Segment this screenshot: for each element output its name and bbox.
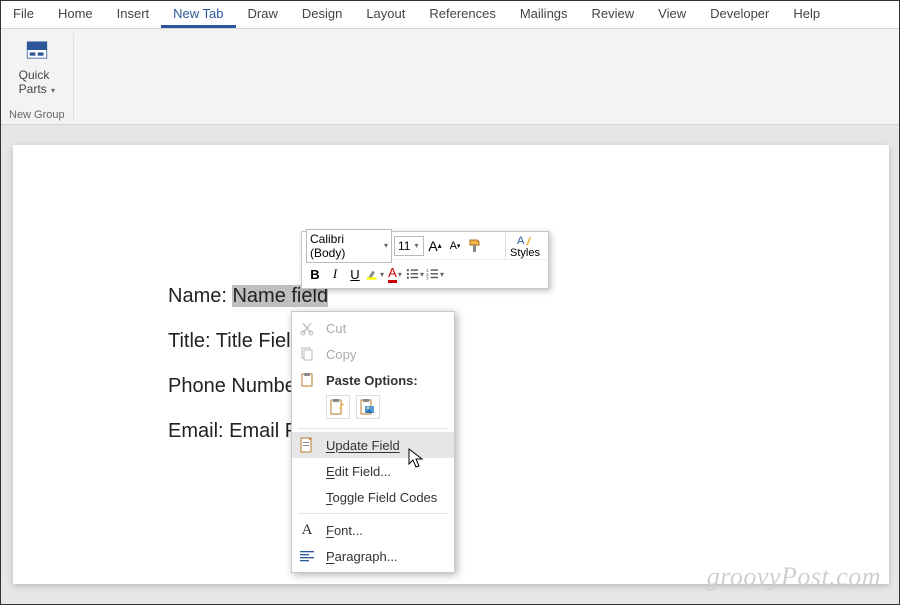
chevron-down-icon: ▾ bbox=[398, 270, 402, 279]
ctx-edit-field-label: Edit Field... bbox=[326, 464, 391, 479]
tab-view[interactable]: View bbox=[646, 1, 698, 28]
font-size-select[interactable]: 11 ▾ bbox=[394, 236, 424, 256]
doc-line-phone[interactable]: Phone Number bbox=[168, 375, 889, 398]
underline-button[interactable]: U bbox=[346, 265, 364, 283]
ribbon-group-label: New Group bbox=[9, 109, 65, 121]
paragraph-icon bbox=[298, 547, 316, 565]
doc-line-title[interactable]: Title: Title Field bbox=[168, 330, 889, 353]
context-menu: Cut Copy Paste Options: Update Field Edi… bbox=[291, 311, 455, 573]
watermark: groovyPost.com bbox=[707, 562, 881, 592]
separator bbox=[298, 513, 448, 514]
decrease-font-icon[interactable]: A▾ bbox=[446, 237, 464, 255]
ctx-font-label: Font... bbox=[326, 523, 363, 538]
ctx-copy-label: Copy bbox=[326, 347, 356, 362]
tab-developer[interactable]: Developer bbox=[698, 1, 781, 28]
format-painter-icon[interactable] bbox=[466, 237, 484, 255]
numbering-button[interactable]: 123▾ bbox=[426, 265, 444, 283]
highlight-button[interactable]: ▾ bbox=[366, 265, 384, 283]
tab-file[interactable]: File bbox=[1, 1, 46, 28]
styles-button[interactable]: A Styles bbox=[505, 233, 544, 259]
ctx-font[interactable]: A Font... bbox=[292, 517, 454, 543]
tab-layout[interactable]: Layout bbox=[354, 1, 417, 28]
ribbon-group-new: QuickParts ▾ New Group bbox=[9, 33, 74, 121]
mini-toolbar: Calibri (Body)▾ 11▾ A▴ A▾ A Styles B I U… bbox=[301, 231, 549, 289]
font-color-button[interactable]: A▾ bbox=[386, 265, 404, 283]
copy-icon bbox=[298, 345, 316, 363]
svg-text:3: 3 bbox=[426, 276, 429, 281]
tab-references[interactable]: References bbox=[417, 1, 507, 28]
blank-icon bbox=[298, 488, 316, 506]
ribbon-tabs: File Home Insert New Tab Draw Design Lay… bbox=[1, 1, 899, 29]
doc-line-email[interactable]: Email: Email Fie bbox=[168, 420, 889, 443]
chevron-down-icon: ▾ bbox=[440, 270, 444, 279]
chevron-down-icon: ▾ bbox=[380, 270, 384, 279]
ctx-edit-field[interactable]: Edit Field... bbox=[292, 458, 454, 484]
name-label: Name: bbox=[168, 285, 232, 307]
font-size-value: 11 bbox=[398, 239, 410, 253]
blank-icon bbox=[298, 462, 316, 480]
font-icon: A bbox=[298, 521, 316, 539]
scissors-icon bbox=[298, 319, 316, 337]
tab-new-tab[interactable]: New Tab bbox=[161, 1, 235, 28]
ctx-copy: Copy bbox=[292, 341, 454, 367]
separator bbox=[298, 428, 448, 429]
increase-font-icon[interactable]: A▴ bbox=[426, 237, 444, 255]
paste-icon bbox=[298, 371, 316, 389]
tab-review[interactable]: Review bbox=[580, 1, 647, 28]
svg-text:A: A bbox=[517, 235, 525, 247]
ctx-toggle-field-codes[interactable]: Toggle Field Codes bbox=[292, 484, 454, 510]
ctx-paragraph[interactable]: Paragraph... bbox=[292, 543, 454, 569]
chevron-down-icon: ▾ bbox=[420, 270, 424, 279]
ctx-update-field-label: Update Field bbox=[326, 438, 400, 453]
tab-home[interactable]: Home bbox=[46, 1, 105, 28]
tab-mailings[interactable]: Mailings bbox=[508, 1, 580, 28]
italic-button[interactable]: I bbox=[326, 265, 344, 283]
tab-help[interactable]: Help bbox=[781, 1, 832, 28]
quick-parts-icon bbox=[24, 37, 50, 68]
ctx-cut: Cut bbox=[292, 315, 454, 341]
ctx-toggle-field-codes-label: Toggle Field Codes bbox=[326, 490, 437, 505]
ribbon: QuickParts ▾ New Group bbox=[1, 29, 899, 125]
tab-draw[interactable]: Draw bbox=[236, 1, 290, 28]
update-field-icon bbox=[298, 436, 316, 454]
quick-parts-button[interactable]: QuickParts ▾ bbox=[17, 35, 57, 98]
chevron-down-icon: ▾ bbox=[414, 241, 418, 250]
chevron-down-icon: ▾ bbox=[384, 241, 388, 250]
paste-picture-button[interactable] bbox=[356, 395, 380, 419]
font-name-select[interactable]: Calibri (Body) ▾ bbox=[306, 229, 392, 263]
styles-icon: A bbox=[516, 233, 534, 247]
paste-options-row bbox=[292, 393, 454, 425]
bullets-button[interactable]: ▾ bbox=[406, 265, 424, 283]
ctx-paste-options-label: Paste Options: bbox=[326, 373, 418, 388]
ctx-paste-options-header: Paste Options: bbox=[292, 367, 454, 393]
bold-button[interactable]: B bbox=[306, 265, 324, 283]
ctx-cut-label: Cut bbox=[326, 321, 346, 336]
tab-design[interactable]: Design bbox=[290, 1, 354, 28]
ctx-update-field[interactable]: Update Field bbox=[292, 432, 454, 458]
tab-insert[interactable]: Insert bbox=[105, 1, 162, 28]
ctx-paragraph-label: Paragraph... bbox=[326, 549, 398, 564]
styles-label: Styles bbox=[510, 247, 540, 259]
quick-parts-label: QuickParts ▾ bbox=[19, 68, 55, 96]
paste-keep-source-button[interactable] bbox=[326, 395, 350, 419]
font-name-value: Calibri (Body) bbox=[310, 232, 380, 260]
